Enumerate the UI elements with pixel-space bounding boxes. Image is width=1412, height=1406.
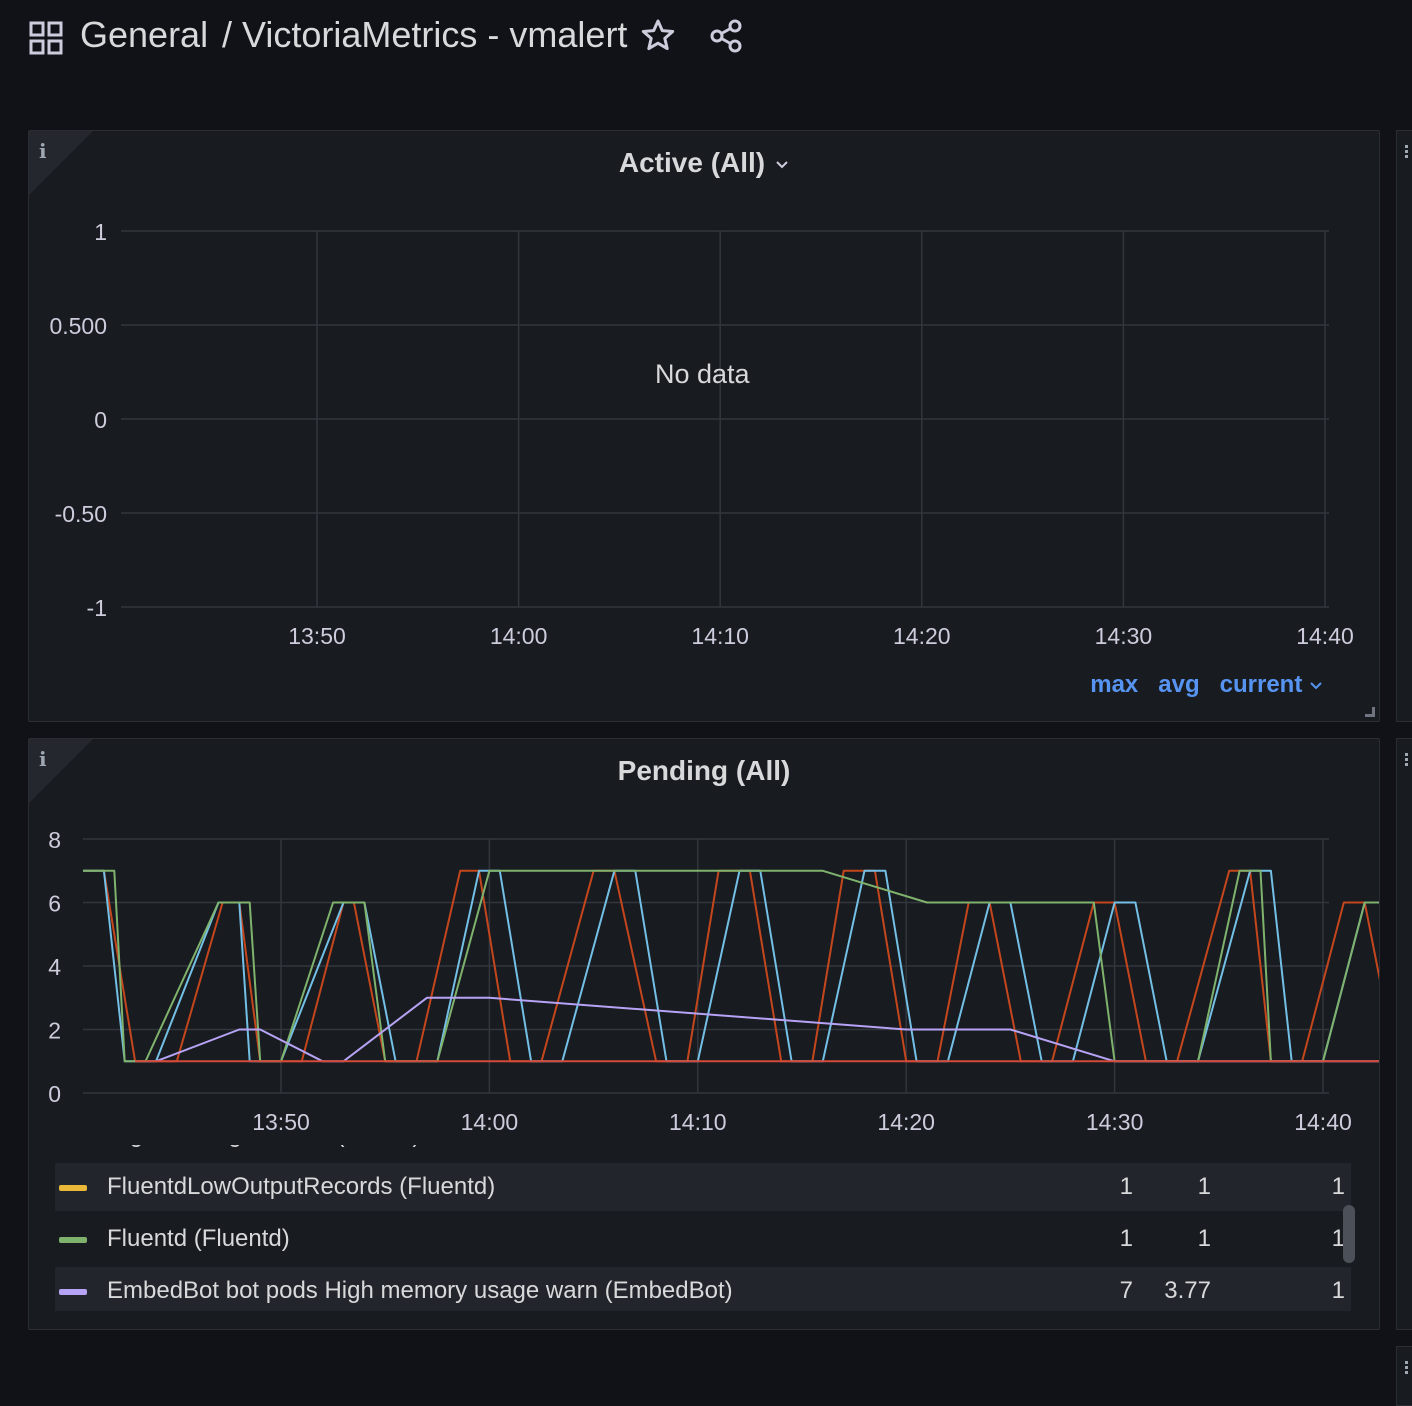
- panel-menu-icon[interactable]: [1405, 1361, 1409, 1375]
- adjacent-panel: [1396, 130, 1412, 722]
- x-tick-label: 14:40: [1296, 623, 1354, 649]
- no-data-message: No data: [655, 359, 750, 389]
- legend-row[interactable]: Fluentd (Fluentd) 1 1 1: [55, 1215, 1351, 1263]
- x-tick-label: 13:50: [252, 1109, 310, 1135]
- dashboard-title: VictoriaMetrics - vmalert: [242, 14, 628, 55]
- x-tick-label: 14:10: [669, 1109, 727, 1135]
- pending-panel: i Pending (All) 8 6 4 2 0 13:50 14:00 14:10 14:2…: [28, 738, 1380, 1330]
- apps-icon[interactable]: [28, 20, 64, 56]
- top-bar: General / VictoriaMetrics - vmalert: [0, 0, 1412, 80]
- legend-color-swatch[interactable]: [59, 1289, 87, 1295]
- share-icon[interactable]: [708, 18, 744, 54]
- legend-value-avg: 3.77: [1164, 1277, 1211, 1304]
- legend-value-max: 1: [1119, 1225, 1133, 1252]
- chevron-down-icon: [1310, 681, 1322, 690]
- legend-header-max[interactable]: max: [1090, 671, 1138, 699]
- legend-series-name[interactable]: FluentdLowOutputRecords (Fluentd): [107, 1173, 495, 1201]
- breadcrumb-dashboard-title[interactable]: / VictoriaMetrics - vmalert: [222, 14, 627, 56]
- x-tick-label: 13:50: [288, 623, 346, 649]
- y-tick-label: 8: [48, 827, 61, 853]
- panel-menu-icon[interactable]: [1405, 145, 1409, 159]
- y-tick-label: 1: [94, 219, 107, 245]
- y-tick-label: 0.500: [49, 313, 107, 339]
- legend-header-current[interactable]: current: [1220, 671, 1323, 699]
- star-icon[interactable]: [640, 18, 676, 54]
- breadcrumb-separator: /: [222, 14, 233, 55]
- legend-color-swatch[interactable]: [59, 1185, 87, 1191]
- legend-header-current-label: current: [1219, 671, 1303, 698]
- breadcrumb-folder[interactable]: General: [80, 14, 208, 56]
- legend-value-avg: 1: [1197, 1225, 1211, 1252]
- x-tick-label: 14:40: [1294, 1109, 1352, 1135]
- y-tick-label: 6: [48, 891, 61, 917]
- resize-handle[interactable]: [1365, 707, 1375, 717]
- x-tick-label: 14:30: [1095, 623, 1153, 649]
- y-tick-label: 4: [48, 954, 61, 980]
- x-tick-label: 14:00: [461, 1109, 519, 1135]
- legend-value-max: 7: [1119, 1277, 1133, 1304]
- y-tick-label: 0: [94, 407, 107, 433]
- legend-row[interactable]: FluentdLowOutputRecords (Fluentd) 1 1 1: [55, 1163, 1351, 1211]
- x-tick-label: 14:20: [893, 623, 951, 649]
- legend-value-current: 1: [1331, 1277, 1345, 1304]
- legend-scrollbar[interactable]: [1343, 1205, 1355, 1263]
- legend-value-avg: 1: [1197, 1173, 1211, 1200]
- pending-chart: 8 6 4 2 0 13:50 14:00 14:10 14:20 14:30 14:40: [48, 827, 1379, 1135]
- legend-value-max: 7: [1073, 1145, 1133, 1149]
- legend-header-avg[interactable]: avg: [1158, 671, 1199, 699]
- y-tick-label: -1: [87, 595, 107, 621]
- x-tick-label: 14:30: [1086, 1109, 1144, 1135]
- legend-list: HighBacklogInPulsar (Pulsar)73.771Fluent…: [55, 1145, 1355, 1311]
- x-tick-label: 14:10: [691, 623, 749, 649]
- legend-value-max: 1: [1119, 1173, 1133, 1200]
- legend-header: max avg current: [1090, 671, 1323, 699]
- x-tick-label: 14:00: [490, 623, 548, 649]
- x-tick-label: 14:20: [877, 1109, 935, 1135]
- y-tick-label: 0: [48, 1081, 61, 1107]
- adjacent-panel: [1396, 738, 1412, 1330]
- y-tick-label: 2: [48, 1018, 61, 1044]
- legend-series-name[interactable]: HighBacklogInPulsar (Pulsar): [107, 1145, 420, 1149]
- panel-menu-icon[interactable]: [1405, 753, 1409, 767]
- legend-row[interactable]: HighBacklogInPulsar (Pulsar) 73.77 1: [55, 1145, 1351, 1159]
- legend-value-current: 1: [1285, 1145, 1345, 1149]
- legend-value-current: 1: [1331, 1225, 1345, 1252]
- legend-value-avg: 3.77: [1131, 1145, 1211, 1149]
- y-tick-label: -0.50: [55, 501, 107, 527]
- legend-series-name[interactable]: Fluentd (Fluentd): [107, 1225, 290, 1253]
- adjacent-panel: [1396, 1346, 1412, 1406]
- legend-value-current: 1: [1331, 1173, 1345, 1200]
- legend-series-name[interactable]: EmbedBot bot pods High memory usage warn…: [107, 1277, 733, 1305]
- active-panel: i Active (All) 1 0.500 0 -0.50 -1 13:50 14:00 1…: [28, 130, 1380, 722]
- legend-color-swatch[interactable]: [59, 1237, 87, 1243]
- legend-row[interactable]: EmbedBot bot pods High memory usage warn…: [55, 1267, 1351, 1311]
- active-chart: 1 0.500 0 -0.50 -1 13:50 14:00 14:10 14:20 14:30 1…: [49, 219, 1354, 649]
